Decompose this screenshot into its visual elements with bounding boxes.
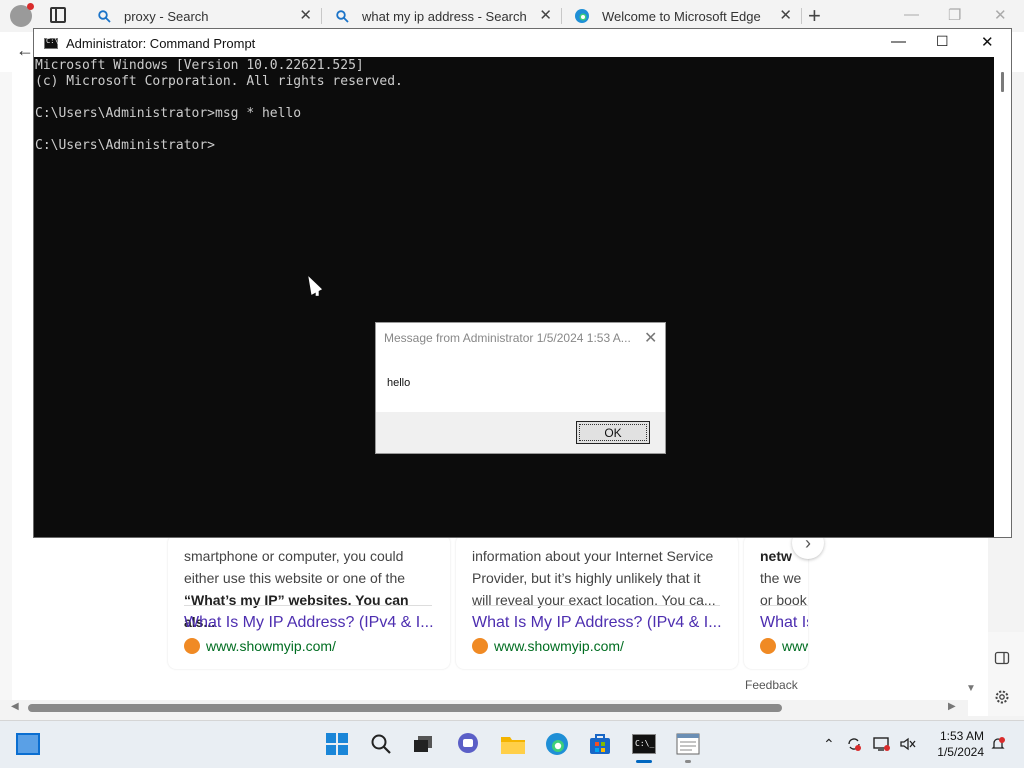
result-title-link[interactable]: What Is My IP Address? (IPv4 & I... — [184, 614, 434, 632]
search-icon — [96, 8, 112, 24]
file-explorer-icon[interactable] — [500, 731, 526, 757]
active-app-indicator — [636, 760, 652, 763]
ok-button[interactable]: OK — [576, 421, 650, 444]
back-arrow-icon[interactable]: ← — [16, 40, 34, 61]
settings-gear-icon[interactable] — [994, 689, 1010, 705]
message-dialog[interactable]: Message from Administrator 1/5/2024 1:53… — [375, 322, 666, 454]
edge-icon[interactable] — [544, 731, 570, 757]
edge-icon — [574, 8, 590, 24]
clock-date: 1/5/2024 — [937, 745, 984, 759]
snippet-line: the we — [760, 570, 802, 586]
tab-actions-icon[interactable] — [50, 7, 66, 23]
snippet-line: smartphone or computer, you could — [184, 548, 404, 564]
dialog-title-bar[interactable]: Message from Administrator 1/5/2024 1:53… — [376, 323, 665, 353]
search-icon[interactable] — [368, 731, 394, 757]
dialog-message: hello — [387, 377, 411, 389]
command-prompt-window[interactable]: Administrator: Command Prompt — ☐ ✕ Micr… — [33, 28, 1012, 538]
snippet-line: Provider, but it’s highly unlikely that … — [472, 570, 701, 586]
task-view-icon[interactable] — [410, 731, 436, 757]
command-prompt-icon[interactable]: C:\_ — [631, 731, 657, 757]
system-clock[interactable]: 1:53 AM 1/5/2024 — [928, 728, 984, 760]
clock-time: 1:53 AM — [939, 729, 984, 743]
result-url[interactable]: www — [760, 638, 808, 654]
svg-text:C:\_: C:\_ — [635, 739, 654, 748]
snippet-line: either use this website or one of the — [184, 570, 406, 586]
feedback-link[interactable]: Feedback — [745, 678, 798, 692]
scroll-right-icon[interactable]: ▶ — [948, 701, 956, 712]
chat-icon[interactable] — [455, 731, 481, 757]
console-prompt[interactable]: C:\Users\Administrator> — [35, 138, 994, 154]
result-url-text: www.showmyip.com/ — [494, 638, 624, 654]
result-card[interactable]: smartphone or computer, you could either… — [168, 535, 450, 669]
close-icon[interactable]: ✕ — [994, 6, 1007, 24]
sync-icon[interactable] — [846, 736, 862, 755]
tab-title: Welcome to Microsoft Edge — [602, 8, 761, 24]
console-output[interactable]: Microsoft Windows [Version 10.0.22621.52… — [34, 57, 994, 537]
site-favicon-icon — [184, 638, 200, 654]
result-title-link[interactable]: What Is My IP Address? (IPv4 & I... — [472, 614, 722, 632]
notepad-icon[interactable] — [675, 731, 701, 757]
site-favicon-icon — [760, 638, 776, 654]
search-icon — [334, 8, 350, 24]
scroll-down-icon[interactable]: ▼ — [966, 683, 976, 694]
dialog-title: Message from Administrator 1/5/2024 1:53… — [384, 331, 631, 345]
chevron-up-icon[interactable]: ⌃ — [823, 736, 835, 753]
minimize-icon[interactable]: — — [904, 6, 919, 23]
volume-muted-icon[interactable] — [899, 736, 917, 755]
horizontal-scrollbar[interactable]: ◀ ▶ — [0, 700, 968, 716]
console-line: Microsoft Windows [Version 10.0.22621.52… — [35, 58, 364, 73]
snippet-line: will reveal your exact location. You ca.… — [472, 592, 716, 608]
tab-separator — [801, 8, 802, 24]
restore-icon[interactable]: ❐ — [948, 6, 961, 24]
result-url-text: www.showmyip.com/ — [206, 638, 336, 654]
window-title: Administrator: Command Prompt — [66, 35, 256, 51]
split-screen-icon[interactable] — [994, 650, 1010, 666]
divider — [472, 605, 720, 606]
widgets-icon[interactable] — [16, 733, 40, 755]
notification-icon[interactable] — [990, 736, 1006, 755]
divider — [760, 605, 808, 606]
console-line: (c) Microsoft Corporation. All rights re… — [35, 74, 403, 89]
result-title-link[interactable]: What Is — [760, 614, 808, 632]
close-icon[interactable]: ✕ — [981, 33, 994, 51]
scroll-left-icon[interactable]: ◀ — [11, 701, 19, 712]
minimize-icon[interactable]: — — [891, 33, 906, 50]
command-prompt-icon — [44, 37, 59, 49]
maximize-icon[interactable]: ☐ — [936, 33, 949, 50]
scrollbar-thumb[interactable] — [1001, 72, 1004, 92]
network-icon[interactable] — [873, 736, 891, 755]
result-url[interactable]: www.showmyip.com/ — [472, 638, 624, 654]
tab-title: proxy - Search — [124, 8, 209, 24]
page-left-gutter — [0, 72, 12, 712]
snippet-line: or book — [760, 592, 807, 608]
result-card[interactable]: information about your Internet Service … — [456, 535, 738, 669]
new-tab-icon[interactable]: + — [808, 4, 821, 28]
profile-avatar[interactable] — [10, 3, 34, 27]
close-tab-icon[interactable]: ✕ — [539, 8, 552, 24]
console-line: C:\Users\Administrator>msg * hello — [35, 106, 302, 121]
running-app-indicator — [685, 760, 691, 763]
result-url[interactable]: www.showmyip.com/ — [184, 638, 336, 654]
result-url-text: www — [782, 638, 808, 654]
close-tab-icon[interactable]: ✕ — [779, 8, 792, 24]
tab-separator — [321, 8, 322, 24]
store-icon[interactable] — [587, 731, 613, 757]
cmd-title-bar[interactable]: Administrator: Command Prompt — ☐ ✕ — [34, 29, 1011, 57]
close-tab-icon[interactable]: ✕ — [299, 8, 312, 24]
scrollbar-thumb[interactable] — [28, 704, 782, 712]
result-snippet: information about your Internet Service … — [472, 545, 722, 611]
site-favicon-icon — [472, 638, 488, 654]
start-icon[interactable] — [324, 731, 350, 757]
divider — [184, 605, 432, 606]
dialog-footer: OK — [376, 412, 665, 453]
snippet-line: information about your Internet Service — [472, 548, 714, 564]
tab-separator — [561, 8, 562, 24]
console-scrollbar[interactable] — [994, 57, 1011, 537]
close-icon[interactable]: ✕ — [644, 328, 657, 348]
tab-title: what my ip address - Search — [362, 8, 527, 24]
